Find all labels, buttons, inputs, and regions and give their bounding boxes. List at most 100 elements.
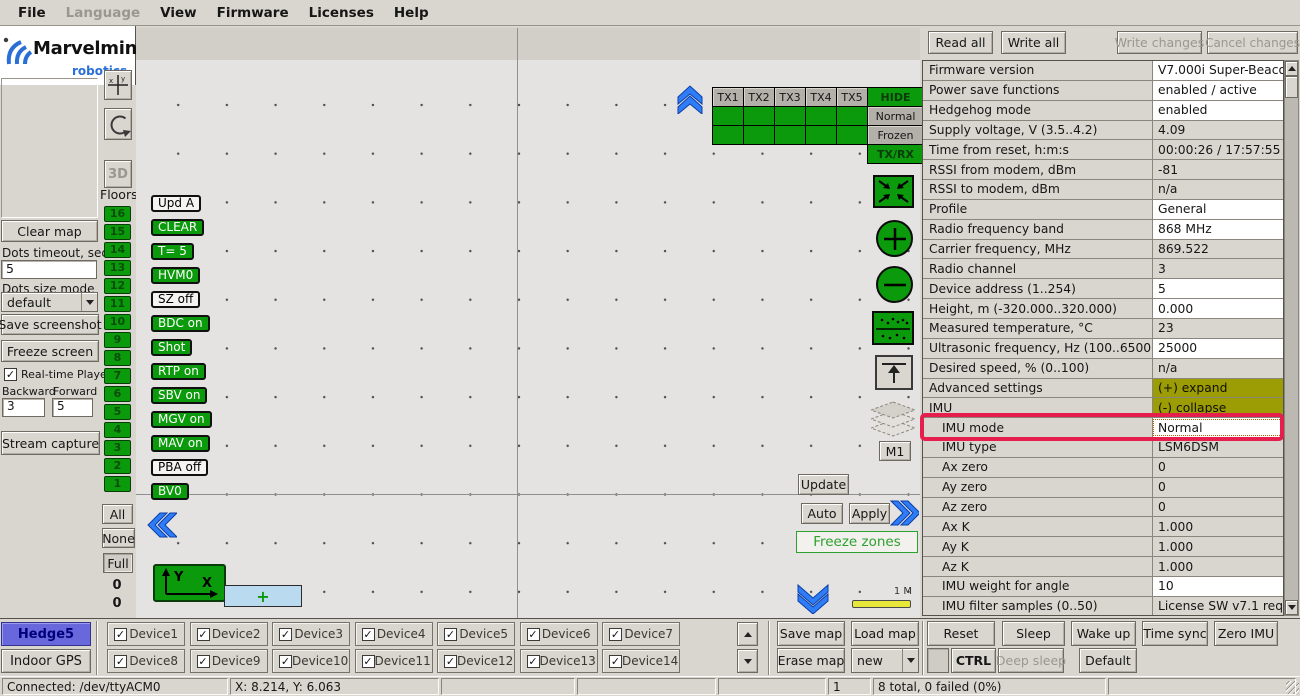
device-checkbox[interactable]: ✓: [609, 628, 622, 641]
tx-cell[interactable]: [774, 125, 806, 145]
device-cell-device5[interactable]: ✓Device5: [437, 622, 515, 646]
param-value[interactable]: n/a: [1152, 359, 1283, 378]
device-checkbox[interactable]: ✓: [279, 628, 292, 641]
floor-button-6[interactable]: 6: [104, 386, 131, 402]
time-sync-button[interactable]: Time sync: [1142, 621, 1208, 646]
map-button-bdc-on[interactable]: BDC on: [151, 315, 210, 332]
tx-cell[interactable]: [743, 106, 775, 126]
param-value[interactable]: (-) collapse: [1152, 398, 1283, 417]
device-cell-device8[interactable]: ✓Device8: [107, 649, 185, 673]
menu-help[interactable]: Help: [384, 0, 439, 26]
floor-button-1[interactable]: 1: [104, 476, 131, 492]
scroll-down-button[interactable]: [1285, 600, 1298, 615]
device-checkbox[interactable]: ✓: [114, 628, 127, 641]
axes-view-button[interactable]: x y: [104, 70, 132, 100]
param-value[interactable]: enabled: [1152, 101, 1283, 120]
device-checkbox[interactable]: ✓: [527, 628, 540, 641]
expand-right-icon[interactable]: [889, 500, 919, 528]
wake-up-button[interactable]: Wake up: [1071, 621, 1136, 646]
device-checkbox[interactable]: ✓: [197, 655, 210, 668]
floor-button-13[interactable]: 13: [104, 260, 131, 276]
read-all-button[interactable]: Read all: [928, 31, 993, 54]
map-button-mgv-on[interactable]: MGV on: [151, 411, 212, 428]
param-value[interactable]: 1.000: [1152, 557, 1283, 576]
device-checkbox[interactable]: ✓: [527, 655, 540, 668]
param-value[interactable]: 10: [1152, 577, 1283, 596]
map-button-bv0[interactable]: BV0: [151, 483, 189, 500]
param-value[interactable]: 23: [1152, 319, 1283, 338]
param-value[interactable]: 5: [1152, 279, 1283, 298]
tx-cell[interactable]: [743, 125, 775, 145]
param-value[interactable]: enabled / active: [1152, 81, 1283, 100]
menu-language[interactable]: Language: [56, 0, 151, 26]
tx-cell[interactable]: [712, 106, 744, 126]
dots-mode-icon[interactable]: [872, 311, 914, 345]
menu-view[interactable]: View: [150, 0, 206, 26]
tx-header-tx5[interactable]: TX5: [836, 87, 868, 107]
floor-button-4[interactable]: 4: [104, 422, 131, 438]
upload-icon[interactable]: [875, 355, 913, 390]
floor-button-15[interactable]: 15: [104, 224, 131, 240]
map-button-upd-a[interactable]: Upd A: [151, 195, 201, 212]
add-submap-button[interactable]: +: [224, 585, 302, 607]
map-button-mav-on[interactable]: MAV on: [151, 435, 210, 452]
device-checkbox[interactable]: ✓: [114, 655, 127, 668]
chevron-down-icon[interactable]: [902, 649, 918, 672]
collapse-up-icon[interactable]: [677, 84, 704, 114]
menu-licenses[interactable]: Licenses: [299, 0, 384, 26]
param-value[interactable]: n/a: [1152, 180, 1283, 199]
menu-file[interactable]: File: [8, 0, 56, 26]
device-cell-device3[interactable]: ✓Device3: [272, 622, 350, 646]
save-map-button[interactable]: Save map: [777, 621, 845, 646]
floors-none-button[interactable]: None: [102, 528, 135, 548]
devices-scroll-down-button[interactable]: [737, 649, 758, 673]
tx-cell[interactable]: [805, 106, 837, 126]
floor-button-8[interactable]: 8: [104, 350, 131, 366]
device-cell-device13[interactable]: ✓Device13: [520, 649, 598, 673]
forward-input[interactable]: 5: [52, 398, 93, 417]
ctrl-button[interactable]: CTRL: [951, 648, 996, 673]
zero-imu-button[interactable]: Zero IMU: [1214, 621, 1278, 646]
floor-button-3[interactable]: 3: [104, 440, 131, 456]
floor-button-11[interactable]: 11: [104, 296, 131, 312]
zoom-in-icon[interactable]: [876, 220, 913, 257]
tx-cell[interactable]: [836, 106, 868, 126]
tx-normal-button[interactable]: Normal: [867, 106, 924, 126]
erase-map-button[interactable]: Erase map: [777, 648, 845, 673]
map-button-shot[interactable]: Shot: [151, 339, 192, 356]
layers-icon[interactable]: [871, 400, 916, 438]
map-area[interactable]: Upd ACLEART= 5HVM0SZ offBDC onShotRTP on…: [136, 28, 920, 618]
tx-txrx-button[interactable]: TX/RX: [867, 144, 924, 164]
param-value[interactable]: (+) expand: [1152, 379, 1283, 398]
write-all-button[interactable]: Write all: [1001, 31, 1066, 54]
tx-header-tx3[interactable]: TX3: [774, 87, 806, 107]
param-value[interactable]: 0: [1152, 478, 1283, 497]
clear-map-button[interactable]: Clear map: [1, 220, 98, 242]
indoor-gps-tab-button[interactable]: Indoor GPS: [1, 649, 91, 673]
floor-button-2[interactable]: 2: [104, 458, 131, 474]
stream-capture-button[interactable]: Stream capture: [1, 431, 100, 455]
device-cell-device11[interactable]: ✓Device11: [355, 649, 433, 673]
menu-firmware[interactable]: Firmware: [207, 0, 299, 26]
load-map-button[interactable]: Load map: [851, 621, 919, 646]
3d-view-button[interactable]: 3D: [104, 160, 132, 188]
tx-cell[interactable]: [712, 125, 744, 145]
tx-cell[interactable]: [805, 125, 837, 145]
device-checkbox[interactable]: ✓: [362, 655, 375, 668]
dots-size-select[interactable]: default: [1, 292, 98, 312]
device-cell-device6[interactable]: ✓Device6: [520, 622, 598, 646]
tx-cell[interactable]: [774, 106, 806, 126]
map-button-pba-off[interactable]: PBA off: [151, 459, 208, 476]
device-checkbox[interactable]: ✓: [362, 628, 375, 641]
rotate-view-button[interactable]: [104, 108, 132, 140]
save-screenshot-button[interactable]: Save screenshot: [1, 314, 99, 335]
hedge-tab-button[interactable]: Hedge5: [1, 622, 91, 646]
device-cell-device10[interactable]: ✓Device10: [272, 649, 350, 673]
fit-view-icon[interactable]: [873, 175, 914, 208]
realtime-player-checkbox[interactable]: ✓: [4, 368, 17, 381]
default-button[interactable]: Default: [1079, 648, 1137, 673]
map-button-hvm0[interactable]: HVM0: [151, 267, 200, 284]
update-button[interactable]: Update: [798, 474, 849, 495]
scrollbar-thumb[interactable]: [1285, 76, 1298, 98]
apply-button[interactable]: Apply: [849, 503, 890, 524]
